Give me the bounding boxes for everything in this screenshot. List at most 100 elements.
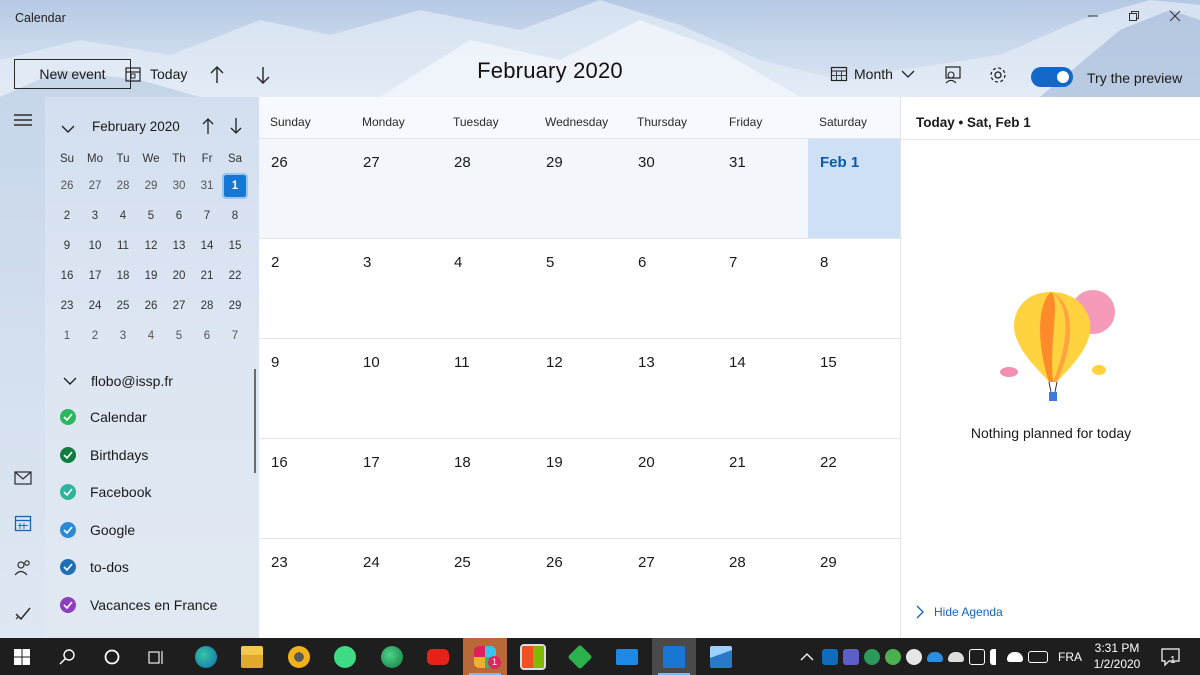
search-button[interactable] (46, 638, 90, 675)
start-button[interactable] (0, 638, 44, 675)
day-cell[interactable]: 25 (442, 539, 534, 638)
day-cell[interactable]: 26 (259, 139, 351, 238)
teams-tray-icon[interactable] (843, 648, 859, 665)
day-cell[interactable]: 7 (717, 239, 808, 338)
mini-calendar-day[interactable]: 14 (193, 231, 221, 261)
calendar-checkbox[interactable] (60, 446, 76, 463)
calendar-list-item[interactable]: to-dos (60, 559, 129, 576)
day-cell[interactable]: 26 (534, 539, 626, 638)
network-icon[interactable] (969, 648, 985, 665)
hamburger-menu-button[interactable] (12, 109, 34, 131)
mini-calendar-day[interactable]: 8 (221, 201, 249, 231)
day-cell[interactable]: 3 (351, 239, 442, 338)
calendar-checkbox[interactable] (60, 521, 76, 538)
mini-calendar-day[interactable]: 25 (109, 291, 137, 321)
day-cell[interactable]: 27 (626, 539, 717, 638)
mail-nav-button[interactable] (12, 467, 34, 489)
mini-calendar-day[interactable]: 28 (193, 291, 221, 321)
day-cell[interactable]: 21 (717, 439, 808, 538)
mini-calendar-prev-button[interactable] (201, 117, 215, 140)
mini-calendar-day[interactable]: 6 (165, 201, 193, 231)
task-view-button[interactable] (134, 638, 178, 675)
restore-button[interactable] (1114, 3, 1154, 29)
calendar-list-item[interactable]: Vacances en France (60, 597, 217, 613)
day-cell[interactable]: 28 (717, 539, 808, 638)
day-cell[interactable]: 22 (808, 439, 900, 538)
mini-calendar-day[interactable]: 5 (137, 201, 165, 231)
outlook-tray-icon[interactable] (822, 648, 838, 665)
mini-calendar-day[interactable]: 26 (137, 291, 165, 321)
mini-calendar-day[interactable]: 9 (53, 231, 81, 261)
day-cell[interactable]: 14 (717, 339, 808, 438)
action-center-button[interactable]: 1 (1160, 646, 1182, 668)
mini-calendar-day[interactable]: 28 (109, 171, 137, 201)
mini-calendar-day[interactable]: 13 (165, 231, 193, 261)
day-cell[interactable]: 28 (442, 139, 534, 238)
mini-calendar-day[interactable]: 1 (53, 321, 81, 351)
people-nav-button[interactable] (12, 557, 34, 579)
account-header[interactable]: flobo@issp.fr (63, 373, 173, 389)
day-cell[interactable]: 8 (808, 239, 900, 338)
security-tray-icon[interactable] (885, 648, 901, 665)
day-cell[interactable]: Feb 1 (808, 139, 900, 238)
mini-calendar-day[interactable]: 21 (193, 261, 221, 291)
day-cell[interactable]: 27 (351, 139, 442, 238)
mini-calendar-day[interactable]: 11 (109, 231, 137, 261)
mini-calendar-day[interactable]: 3 (109, 321, 137, 351)
taskbar-app-edge-canary[interactable] (184, 638, 228, 675)
volume-icon[interactable] (990, 648, 1002, 665)
mini-calendar-day[interactable]: 10 (81, 231, 109, 261)
mini-calendar-collapse-button[interactable] (61, 121, 75, 139)
day-cell[interactable]: 4 (442, 239, 534, 338)
mini-calendar-day[interactable]: 1 (221, 171, 249, 201)
cloud-download-icon[interactable] (1007, 651, 1023, 662)
calendar-list-item[interactable]: Google (60, 521, 135, 538)
mini-calendar-day[interactable]: 27 (165, 291, 193, 321)
mini-calendar-day[interactable]: 15 (221, 231, 249, 261)
day-cell[interactable]: 2 (259, 239, 351, 338)
taskbar-app-youtube[interactable] (416, 638, 460, 675)
day-cell[interactable]: 18 (442, 439, 534, 538)
taskbar-app-mail[interactable] (605, 638, 649, 675)
mini-calendar-day[interactable]: 30 (165, 171, 193, 201)
mini-calendar-day[interactable]: 16 (53, 261, 81, 291)
taskbar-app-chrome-canary[interactable] (277, 638, 321, 675)
cloud-tray-icon[interactable] (948, 651, 964, 662)
day-cell[interactable]: 5 (534, 239, 626, 338)
mini-calendar-title[interactable]: February 2020 (92, 119, 180, 134)
taskbar-app-edge-dev[interactable] (370, 638, 414, 675)
mini-calendar-day[interactable]: 23 (53, 291, 81, 321)
day-cell[interactable]: 29 (808, 539, 900, 638)
mini-calendar-day[interactable]: 26 (53, 171, 81, 201)
sidebar-scrollbar[interactable] (254, 369, 256, 473)
edge-tray-icon[interactable] (864, 648, 880, 665)
day-cell[interactable]: 20 (626, 439, 717, 538)
calendar-checkbox[interactable] (60, 409, 76, 425)
taskbar-app-file-explorer[interactable] (230, 638, 274, 675)
day-cell[interactable]: 10 (351, 339, 442, 438)
day-cell[interactable]: 30 (626, 139, 717, 238)
cortana-button[interactable] (90, 638, 134, 675)
onedrive-tray-icon[interactable] (927, 651, 943, 662)
mini-calendar-day[interactable]: 5 (165, 321, 193, 351)
mini-calendar-day[interactable]: 12 (137, 231, 165, 261)
mini-calendar-day[interactable]: 29 (137, 171, 165, 201)
calendar-list-item[interactable]: Calendar (60, 409, 147, 425)
day-cell[interactable]: 11 (442, 339, 534, 438)
mini-calendar-day[interactable]: 4 (109, 201, 137, 231)
mini-calendar-day[interactable]: 22 (221, 261, 249, 291)
calendar-list-item[interactable]: Facebook (60, 484, 151, 501)
mini-calendar-day[interactable]: 31 (193, 171, 221, 201)
calendar-checkbox[interactable] (60, 597, 76, 613)
mini-calendar-day[interactable]: 7 (221, 321, 249, 351)
keyboard-icon[interactable] (1028, 650, 1048, 663)
mini-calendar-next-button[interactable] (229, 117, 243, 140)
todo-nav-button[interactable] (12, 602, 34, 624)
day-cell[interactable]: 16 (259, 439, 351, 538)
taskbar-app-android[interactable] (323, 638, 367, 675)
day-cell[interactable]: 12 (534, 339, 626, 438)
chevron-up-icon[interactable] (800, 652, 814, 662)
mini-calendar-day[interactable]: 27 (81, 171, 109, 201)
day-cell[interactable]: 13 (626, 339, 717, 438)
day-cell[interactable]: 15 (808, 339, 900, 438)
